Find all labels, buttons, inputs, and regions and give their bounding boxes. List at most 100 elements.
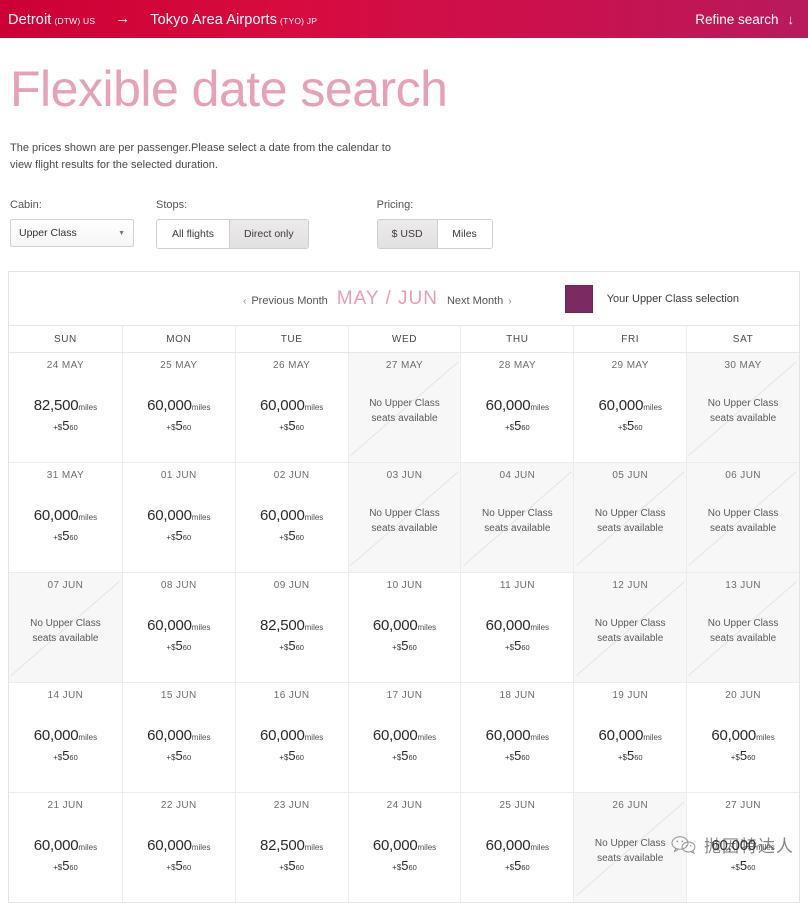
refine-search-button[interactable]: Refine search ↓ <box>695 12 794 27</box>
calendar-day-cell[interactable]: 16 JUN 60,000miles +$560 <box>234 683 348 792</box>
calendar-day-cell[interactable]: 11 JUN 60,000miles +$560 <box>460 573 574 682</box>
calendar-day-body: 60,000miles +$560 <box>147 837 210 874</box>
miles-value: 60,000 <box>259 727 305 744</box>
filter-bar: Cabin: Upper Class ▼ Stops: All flights … <box>10 199 800 249</box>
calendar-day-cell[interactable]: 19 JUN 60,000miles +$560 <box>573 683 687 792</box>
calendar-day-date: 04 JUN <box>499 470 536 481</box>
calendar-day-date: 29 MAY <box>611 360 649 371</box>
tax-cents-value: 60 <box>182 862 192 872</box>
pricing-segmented-control: $ USD Miles <box>376 219 493 249</box>
pricing-option-usd[interactable]: $ USD <box>377 220 437 248</box>
day-of-week-header: TUE <box>234 326 348 352</box>
calendar-day-cell[interactable]: 17 JUN 60,000miles +$560 <box>347 683 461 792</box>
tax-amount-value: 5 <box>175 417 183 433</box>
tax-cents-value: 60 <box>182 422 192 432</box>
miles-value: 60,000 <box>372 727 418 744</box>
calendar-day-miles: 82,500miles <box>260 617 323 636</box>
calendar-day-cell[interactable]: 24 JUN 60,000miles +$560 <box>347 793 461 902</box>
calendar-day-cell[interactable]: 24 MAY 82,500miles +$560 <box>9 353 122 462</box>
calendar-day-body: No Upper Class seats available <box>369 397 440 426</box>
calendar-day-body: No Upper Class seats available <box>708 617 779 646</box>
calendar-day-miles: 60,000miles <box>599 397 662 416</box>
no-seats-available-message: No Upper Class seats available <box>482 508 553 534</box>
route-summary: Detroit (DTW) US → Tokyo Area Airports (… <box>8 10 317 28</box>
calendar-day-miles: 60,000miles <box>147 397 210 416</box>
calendar-day-date: 25 MAY <box>160 360 198 371</box>
calendar-day-cell-unavailable: 03 JUN No Upper Class seats available <box>347 463 461 572</box>
tax-amount-value: 5 <box>288 747 296 763</box>
calendar-day-cell[interactable]: 02 JUN 60,000miles +$560 <box>234 463 348 572</box>
cabin-select[interactable]: Upper Class ▼ <box>10 219 134 247</box>
calendar-day-date: 26 JUN <box>612 800 649 811</box>
calendar-day-miles: 60,000miles <box>486 837 549 856</box>
calendar-day-cell[interactable]: 20 JUN 60,000miles +$560 <box>686 683 799 792</box>
calendar-day-tax: +$560 <box>486 748 549 764</box>
day-of-week-header: MON <box>121 326 235 352</box>
legend-color-swatch <box>564 284 593 313</box>
calendar-day-miles: 60,000miles <box>34 727 97 746</box>
tax-cents-value: 60 <box>295 862 304 872</box>
calendar-day-cell[interactable]: 10 JUN 60,000miles +$560 <box>347 573 461 682</box>
miles-unit-label: miles <box>191 403 211 412</box>
miles-unit-label: miles <box>78 513 98 522</box>
calendar-day-date: 02 JUN <box>273 470 310 481</box>
calendar-day-body: 60,000miles +$560 <box>34 727 97 764</box>
pricing-option-miles[interactable]: Miles <box>436 220 492 248</box>
month-navigation: ‹ Previous Month MAY / JUN Next Month › <box>243 288 512 310</box>
stops-option-all-flights[interactable]: All flights <box>157 220 229 248</box>
origin-code-label: (DTW) US <box>54 15 96 26</box>
miles-value: 60,000 <box>485 727 531 744</box>
calendar-day-cell[interactable]: 08 JUN 60,000miles +$560 <box>121 573 235 682</box>
previous-month-button[interactable]: ‹ Previous Month <box>243 295 328 307</box>
tax-cents-value: 60 <box>69 422 78 432</box>
miles-unit-label: miles <box>643 403 662 412</box>
miles-unit-label: miles <box>417 733 437 742</box>
calendar-day-cell[interactable]: 25 JUN 60,000miles +$560 <box>460 793 574 902</box>
calendar-day-cell[interactable]: 22 JUN 60,000miles +$560 <box>121 793 235 902</box>
calendar-day-cell[interactable]: 27 JUN 60,000miles +$560 <box>686 793 799 902</box>
calendar-day-cell[interactable]: 29 MAY 60,000miles +$560 <box>573 353 687 462</box>
calendar-day-tax: +$560 <box>373 858 436 874</box>
calendar-day-cell[interactable]: 14 JUN 60,000miles +$560 <box>9 683 122 792</box>
calendar-day-cell[interactable]: 23 JUN 82,500miles +$560 <box>234 793 348 902</box>
calendar-day-miles: 60,000miles <box>373 837 436 856</box>
calendar-day-body: No Upper Class seats available <box>482 507 553 536</box>
next-month-label: Next Month <box>446 294 504 307</box>
calendar-day-date: 12 JUN <box>612 580 649 591</box>
calendar-day-date: 26 MAY <box>273 360 311 371</box>
calendar-day-body: 82,500miles +$560 <box>34 397 97 434</box>
next-month-button[interactable]: Next Month › <box>447 295 512 307</box>
miles-unit-label: miles <box>78 843 98 852</box>
calendar-day-cell[interactable]: 01 JUN 60,000miles +$560 <box>121 463 235 572</box>
calendar-day-cell[interactable]: 21 JUN 60,000miles +$560 <box>9 793 122 902</box>
miles-unit-label: miles <box>304 733 324 742</box>
calendar-day-cell[interactable]: 15 JUN 60,000miles +$560 <box>121 683 235 792</box>
origin-city-label: Detroit <box>8 11 52 28</box>
destination-city-label: Tokyo Area Airports <box>150 11 278 28</box>
calendar-day-cell[interactable]: 28 MAY 60,000miles +$560 <box>460 353 574 462</box>
calendar-day-cell[interactable]: 25 MAY 60,000miles +$560 <box>121 353 235 462</box>
stops-option-direct-only[interactable]: Direct only <box>229 220 308 248</box>
calendar-day-date: 06 JUN <box>725 470 761 481</box>
miles-unit-label: miles <box>530 623 550 632</box>
miles-value: 60,000 <box>33 837 79 854</box>
calendar-day-cell[interactable]: 31 MAY 60,000miles +$560 <box>9 463 122 572</box>
miles-unit-label: miles <box>78 403 98 412</box>
calendar-day-miles: 60,000miles <box>486 727 549 746</box>
calendar-day-cell[interactable]: 09 JUN 82,500miles +$560 <box>234 573 348 682</box>
calendar-day-date: 08 JUN <box>160 580 197 591</box>
tax-amount-value: 5 <box>175 747 183 763</box>
cabin-filter-label: Cabin: <box>10 199 42 211</box>
tax-cents-value: 60 <box>69 532 78 542</box>
calendar-day-date: 25 JUN <box>499 800 536 811</box>
calendar-day-miles: 60,000miles <box>260 727 323 746</box>
tax-amount-value: 5 <box>401 747 409 763</box>
tax-cents-value: 60 <box>521 752 530 762</box>
no-seats-available-message: No Upper Class seats available <box>707 508 779 534</box>
calendar-day-cell[interactable]: 18 JUN 60,000miles +$560 <box>460 683 574 792</box>
tax-cents-value: 60 <box>182 532 192 542</box>
calendar-day-tax: +$560 <box>711 748 774 764</box>
calendar-day-date: 24 MAY <box>46 360 85 371</box>
calendar-day-cell[interactable]: 26 MAY 60,000miles +$560 <box>234 353 348 462</box>
miles-unit-label: miles <box>530 843 550 852</box>
